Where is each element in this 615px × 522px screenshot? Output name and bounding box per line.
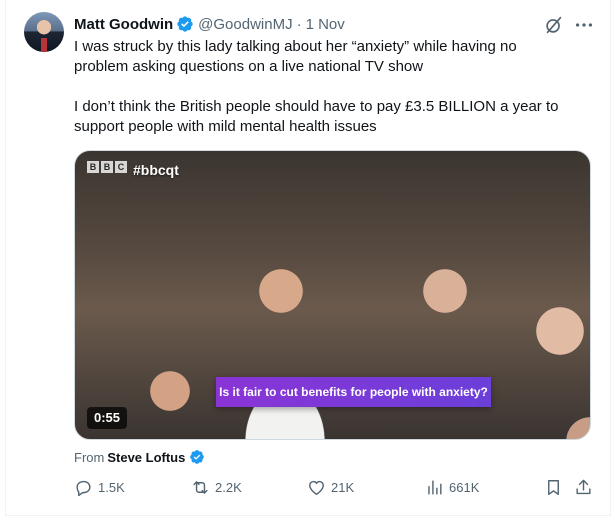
- bbc-logo: B B C: [87, 161, 127, 173]
- tweet-paragraph: I was struck by this lady talking about …: [74, 38, 517, 75]
- logo-letter: B: [87, 161, 99, 173]
- tweet-paragraph: I don’t think the British people should …: [74, 98, 559, 135]
- author-name[interactable]: Matt Goodwin: [74, 16, 173, 33]
- tweet-text: I was struck by this lady talking about …: [74, 37, 594, 137]
- bookmark-icon: [548, 480, 559, 495]
- share-icon: [576, 479, 591, 495]
- verified-badge-icon: [177, 16, 193, 32]
- action-bar: 1.5K 2.2K 21K 661K: [74, 478, 594, 498]
- like-button[interactable]: 21K: [307, 478, 354, 497]
- views-count: 661K: [449, 480, 480, 495]
- timestamp[interactable]: 1 Nov: [306, 16, 345, 33]
- logo-letter: B: [101, 161, 113, 173]
- bookmark-button[interactable]: [544, 478, 563, 497]
- tweet-header: Matt Goodwin @GoodwinMJ · 1 Nov: [74, 14, 345, 34]
- repost-icon: [193, 481, 208, 494]
- grok-icon[interactable]: [543, 14, 565, 36]
- separator-dot: ·: [296, 15, 302, 33]
- reply-count: 1.5K: [98, 480, 125, 495]
- repost-count: 2.2K: [215, 480, 242, 495]
- author-handle[interactable]: @GoodwinMJ: [198, 16, 292, 33]
- source-name[interactable]: Steve Loftus: [107, 450, 185, 465]
- video-source: From Steve Loftus: [74, 448, 209, 466]
- video-caption: Is it fair to cut benefits for people wi…: [216, 377, 491, 407]
- share-button[interactable]: [574, 478, 593, 497]
- more-icon[interactable]: [573, 14, 595, 36]
- video-duration: 0:55: [87, 407, 128, 429]
- like-icon: [309, 480, 324, 495]
- reply-button[interactable]: 1.5K: [74, 478, 125, 497]
- reply-icon: [76, 480, 91, 497]
- video-hashtag: #bbcqt: [133, 162, 179, 178]
- views-icon: [428, 480, 442, 495]
- tweet-card[interactable]: Matt Goodwin @GoodwinMJ · 1 Nov I was st…: [5, 0, 611, 516]
- verified-badge-icon: [190, 450, 205, 464]
- source-prefix: From: [74, 449, 105, 465]
- logo-letter: C: [115, 161, 127, 173]
- like-count: 21K: [331, 480, 355, 495]
- views-button[interactable]: 661K: [425, 478, 479, 497]
- repost-button[interactable]: 2.2K: [191, 478, 242, 497]
- avatar[interactable]: [24, 12, 64, 52]
- video-player[interactable]: B B C #bbcqt Is it fair to cut benefits …: [74, 150, 591, 440]
